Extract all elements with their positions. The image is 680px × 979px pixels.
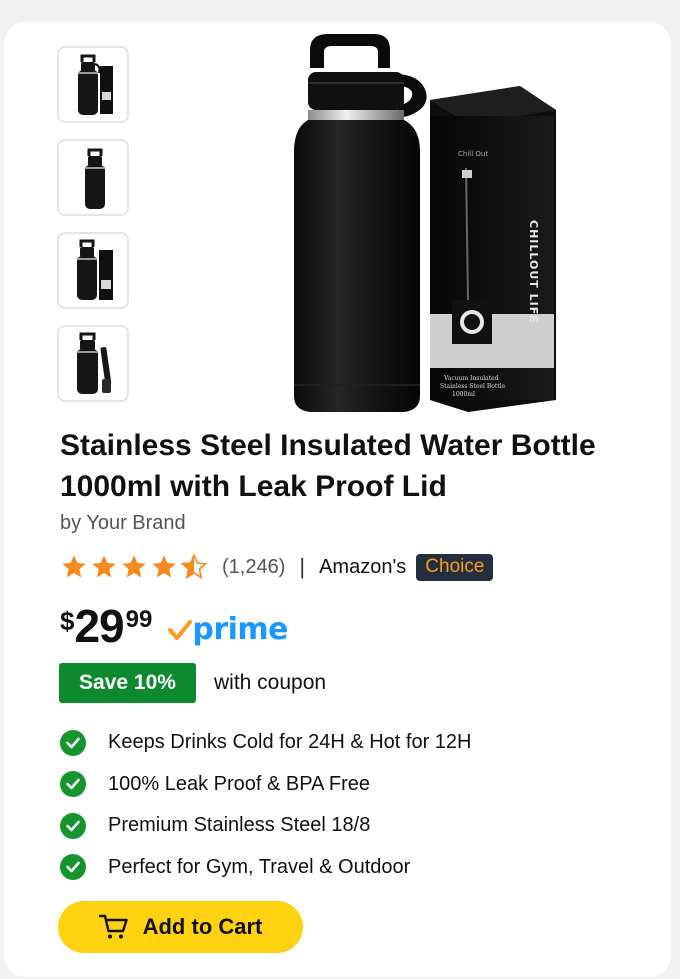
thumbnail-list bbox=[57, 46, 131, 418]
packaging-box: Chill Out CHILLOUT LIFE Vacuum Insulated… bbox=[430, 86, 556, 412]
badge-prefix: Amazon's bbox=[319, 555, 407, 578]
prime-badge: prime bbox=[168, 612, 289, 647]
half-star-icon bbox=[180, 553, 208, 580]
list-item: 100% Leak Proof & BPA Free bbox=[60, 764, 472, 806]
svg-text:Chill Out: Chill Out bbox=[458, 150, 488, 158]
list-item: Perfect for Gym, Travel & Outdoor bbox=[60, 847, 472, 889]
check-icon bbox=[60, 812, 86, 839]
list-item: Keeps Drinks Cold for 24H & Hot for 12H bbox=[60, 722, 472, 764]
save-coupon-badge[interactable]: Save 10% bbox=[59, 663, 196, 703]
star-rating[interactable] bbox=[60, 553, 208, 581]
coupon-row: Save 10% with coupon bbox=[59, 663, 326, 703]
star-icon bbox=[92, 555, 116, 578]
product-card: Chill Out CHILLOUT LIFE Vacuum Insulated… bbox=[4, 22, 671, 977]
rating-count-link[interactable]: (1,246) bbox=[222, 556, 285, 579]
cart-icon bbox=[98, 914, 128, 939]
list-item: Premium Stainless Steel 18/8 bbox=[60, 805, 472, 847]
thumbnail-bottle-only[interactable] bbox=[57, 139, 129, 216]
feature-text: Premium Stainless Steel 18/8 bbox=[108, 814, 371, 837]
box-brand-text: CHILLOUT LIFE bbox=[527, 220, 540, 324]
thumbnail-bottle-with-straw-lid[interactable] bbox=[57, 325, 129, 402]
check-icon bbox=[60, 729, 86, 756]
rating-row: (1,246) | Amazon's Choice bbox=[60, 552, 494, 582]
feature-text: Perfect for Gym, Travel & Outdoor bbox=[108, 855, 411, 878]
product-hero-image: Chill Out CHILLOUT LIFE Vacuum Insulated… bbox=[280, 28, 580, 418]
prime-label: prime bbox=[192, 612, 289, 647]
check-icon bbox=[60, 854, 86, 881]
feature-text: Keeps Drinks Cold for 24H & Hot for 12H bbox=[108, 731, 472, 754]
product-title-line-2: 1000ml with Leak Proof Lid bbox=[60, 470, 447, 503]
star-icon bbox=[62, 555, 86, 578]
thumbnail-bottle-with-box[interactable] bbox=[57, 46, 129, 123]
brand-link[interactable]: by Your Brand bbox=[60, 512, 186, 535]
star-icon bbox=[152, 555, 176, 578]
star-icon bbox=[122, 555, 146, 578]
price-currency: $ bbox=[60, 606, 75, 636]
coupon-text: with coupon bbox=[214, 671, 327, 694]
bottle bbox=[294, 34, 427, 412]
feature-text: 100% Leak Proof & BPA Free bbox=[108, 772, 371, 795]
prime-check-icon bbox=[168, 619, 193, 640]
separator: | bbox=[299, 554, 306, 579]
box-caption-2: Stainless Steel Bottle bbox=[440, 383, 506, 390]
box-caption-1: Vacuum Insulated bbox=[443, 375, 499, 382]
box-caption-3: 1000ml bbox=[452, 391, 475, 398]
price-fraction: 99 bbox=[125, 606, 153, 633]
add-to-cart-label: Add to Cart bbox=[142, 914, 263, 939]
check-icon bbox=[60, 771, 86, 798]
feature-list: Keeps Drinks Cold for 24H & Hot for 12H … bbox=[60, 722, 472, 888]
add-to-cart-button[interactable]: Add to Cart bbox=[58, 901, 303, 953]
product-title-line-1: Stainless Steel Insulated Water Bottle bbox=[60, 429, 596, 462]
thumbnail-bottle-box-angle[interactable] bbox=[57, 232, 129, 309]
price-whole: 29 bbox=[74, 600, 124, 652]
amazons-choice-badge: Choice bbox=[416, 553, 494, 581]
product-title: Stainless Steel Insulated Water Bottle 1… bbox=[60, 425, 650, 507]
price-block: $ 29 99 prime bbox=[60, 600, 289, 656]
